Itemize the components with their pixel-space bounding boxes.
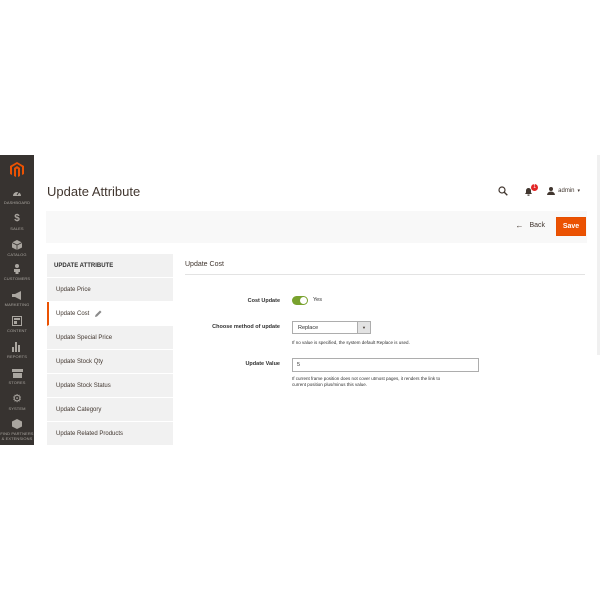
sidebar-item-find-partners[interactable]: FIND PARTNERS & EXTENSIONS xyxy=(0,418,34,444)
cost-update-label: Cost Update xyxy=(247,298,280,304)
notification-count-badge: 1 xyxy=(531,183,539,191)
tab-label: Update Price xyxy=(56,286,91,293)
back-button-label: Back xyxy=(529,222,545,229)
search-icon[interactable] xyxy=(498,186,508,196)
sidebar-item-content[interactable]: CONTENT xyxy=(0,315,34,341)
megaphone-icon xyxy=(11,289,23,301)
select-value: Replace xyxy=(298,324,319,331)
tab-label: Update Stock Status xyxy=(56,382,111,389)
box-icon xyxy=(11,418,23,430)
tabs-heading: UPDATE ATTRIBUTE xyxy=(47,254,173,278)
tab-update-category[interactable]: Update Category xyxy=(47,398,173,422)
user-icon xyxy=(547,187,556,195)
store-icon xyxy=(11,367,23,379)
sidebar-item-reports[interactable]: REPORTS xyxy=(0,341,34,367)
pencil-icon xyxy=(95,310,102,317)
sidebar-item-label: STORES xyxy=(8,380,26,385)
sidebar-item-label: FIND PARTNERS & EXTENSIONS xyxy=(0,431,34,441)
tab-label: Update Stock Qty xyxy=(56,358,104,365)
bar-chart-icon xyxy=(11,341,23,353)
tab-label: Update Cost xyxy=(56,310,90,317)
sidebar-item-system[interactable]: ⚙ SYSTEM xyxy=(0,393,34,419)
sidebar-item-label: REPORTS xyxy=(7,354,27,359)
sidebar-item-sales[interactable]: $ SALES xyxy=(0,213,34,239)
tab-update-special-price[interactable]: Update Special Price xyxy=(47,326,173,350)
sidebar-item-stores[interactable]: STORES xyxy=(0,367,34,393)
save-button[interactable]: Save xyxy=(556,217,586,236)
arrow-left-icon: ← xyxy=(515,221,524,230)
method-note: If no value is specified, the system def… xyxy=(292,340,410,345)
update-attribute-tabs: UPDATE ATTRIBUTE Update Price Update Cos… xyxy=(47,254,173,445)
dashboard-icon xyxy=(11,187,23,199)
cost-update-toggle[interactable] xyxy=(292,296,308,305)
admin-app: DASHBOARD $ SALES CATALOG CUSTOMERS MARK… xyxy=(0,155,600,445)
cost-update-value: Yes xyxy=(313,297,322,303)
tab-update-stock-status[interactable]: Update Stock Status xyxy=(47,374,173,398)
user-menu[interactable]: admin ▾ xyxy=(547,187,580,195)
chevron-down-icon: ▼ xyxy=(357,322,370,333)
tab-update-price[interactable]: Update Price xyxy=(47,278,173,302)
tab-label: Update Related Products xyxy=(56,430,124,437)
sidebar-item-label: SYSTEM xyxy=(8,406,26,411)
magento-logo-icon[interactable] xyxy=(0,155,34,185)
back-button[interactable]: ← Back xyxy=(515,221,545,230)
toggle-knob xyxy=(300,297,307,304)
section-title: Update Cost xyxy=(185,261,224,268)
tab-update-stock-qty[interactable]: Update Stock Qty xyxy=(47,350,173,374)
admin-sidebar: DASHBOARD $ SALES CATALOG CUSTOMERS MARK… xyxy=(0,155,34,445)
sidebar-item-label: CONTENT xyxy=(6,328,28,333)
tab-label: Update Category xyxy=(56,406,102,413)
page-title: Update Attribute xyxy=(47,184,141,199)
page-actions-bar: ← Back Save xyxy=(46,211,587,243)
update-value-input[interactable] xyxy=(292,358,479,372)
sidebar-item-label: MARKETING xyxy=(4,302,30,307)
dollar-icon: $ xyxy=(14,213,20,224)
sidebar-item-label: SALES xyxy=(10,226,24,231)
update-value-label: Update Value xyxy=(245,361,280,367)
chevron-down-icon: ▾ xyxy=(577,188,580,194)
section-divider xyxy=(185,274,585,275)
update-method-select[interactable]: Replace ▼ xyxy=(292,321,371,334)
sidebar-item-label: CATALOG xyxy=(7,252,27,257)
sidebar-item-label: CUSTOMERS xyxy=(3,276,31,281)
tab-update-related-products[interactable]: Update Related Products xyxy=(47,422,173,445)
sidebar-item-customers[interactable]: CUSTOMERS xyxy=(0,263,34,289)
layout-icon xyxy=(11,315,23,327)
update-value-note-line2: current position plus/minus this value. xyxy=(292,382,368,387)
sidebar-item-dashboard[interactable]: DASHBOARD xyxy=(0,187,34,213)
sidebar-item-catalog[interactable]: CATALOG xyxy=(0,239,34,265)
cube-icon xyxy=(11,239,23,251)
tab-update-cost[interactable]: Update Cost xyxy=(47,302,173,326)
main-content: Update Attribute 1 admin ▾ ← Back Save U… xyxy=(34,155,600,445)
sidebar-item-label: DASHBOARD xyxy=(3,200,31,205)
user-name: admin xyxy=(558,188,575,194)
header-tools: 1 admin ▾ xyxy=(498,183,580,197)
user-icon xyxy=(11,263,23,275)
tab-label: Update Special Price xyxy=(56,334,113,341)
gear-icon: ⚙ xyxy=(12,393,22,405)
method-label: Choose method of update xyxy=(212,324,280,330)
notifications-button[interactable]: 1 xyxy=(524,183,539,196)
sidebar-item-marketing[interactable]: MARKETING xyxy=(0,289,34,315)
